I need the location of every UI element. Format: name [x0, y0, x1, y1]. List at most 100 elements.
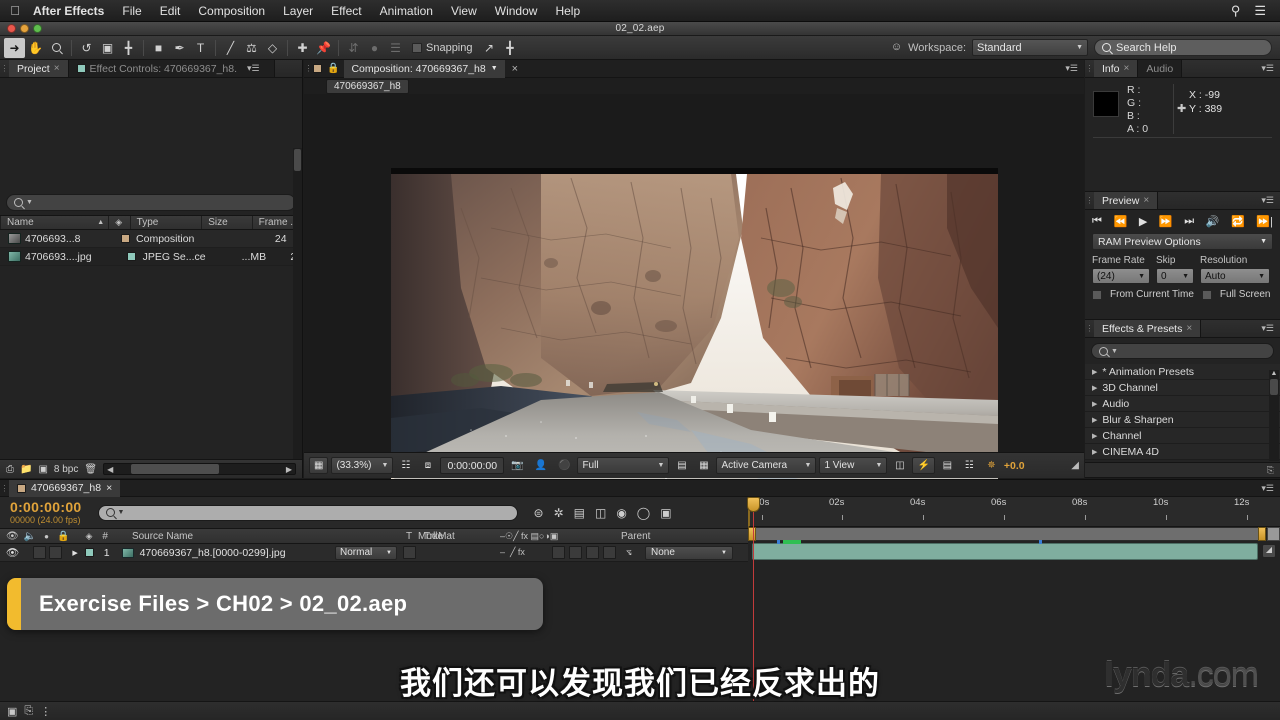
live-update-icon[interactable]: ⊜: [534, 506, 544, 520]
graph-editor-icon[interactable]: ◯: [637, 506, 650, 520]
pen-tool-icon[interactable]: ✒: [169, 38, 190, 58]
bit-depth-label[interactable]: 8 bpc: [54, 464, 78, 475]
comp-resize-grip-icon[interactable]: ◢: [1071, 460, 1079, 471]
column-name[interactable]: Name ▲: [0, 216, 108, 229]
full-screen-checkbox[interactable]: [1201, 289, 1212, 300]
effects-category-audio[interactable]: ▶ Audio: [1085, 396, 1280, 412]
lock-toggle-icon[interactable]: 🔒: [49, 531, 69, 542]
project-row-swatch[interactable]: [121, 252, 143, 261]
video-toggle-icon[interactable]: 👁: [0, 531, 19, 542]
menu-file[interactable]: File: [113, 0, 150, 22]
puppet-pin-tool-icon[interactable]: 📌: [313, 38, 334, 58]
composition-viewport[interactable]: [304, 94, 1084, 506]
frame-rate-select[interactable]: (24) ▼: [1092, 268, 1150, 284]
spotlight-search-icon[interactable]: ⚲: [1231, 3, 1241, 19]
tab-info[interactable]: Info ×: [1094, 60, 1139, 77]
region-of-interest-icon[interactable]: ⧈: [418, 457, 437, 474]
selection-tool-icon[interactable]: ➜: [4, 37, 25, 58]
close-icon[interactable]: ×: [505, 63, 525, 75]
project-row-footage[interactable]: 4706693....jpg JPEG Se...ce ...MB 24: [0, 248, 302, 266]
brainstorm-icon[interactable]: ▣: [660, 506, 671, 520]
next-frame-icon[interactable]: ⏩: [1159, 215, 1173, 228]
column-size[interactable]: Size: [201, 216, 251, 229]
skip-select[interactable]: 0 ▼: [1156, 268, 1194, 284]
timeline-search-input[interactable]: ▼: [97, 504, 518, 521]
previous-frame-icon[interactable]: ⏪: [1114, 215, 1128, 228]
scrollbar-thumb[interactable]: [131, 464, 220, 474]
effects-category-animation-presets[interactable]: ▶ * Animation Presets: [1085, 364, 1280, 380]
apple-logo-icon[interactable]: : [6, 4, 24, 17]
chevron-down-icon[interactable]: ▼: [491, 65, 498, 72]
layer-switch-box-1[interactable]: [552, 546, 565, 559]
panel-menu-icon[interactable]: ▾☰: [1255, 192, 1280, 209]
table-row[interactable]: 👁 ▶ 1 470669367_h8.[0000-0299].jpg Norma…: [0, 544, 748, 562]
chevron-right-icon[interactable]: ▶: [1092, 384, 1097, 392]
layer-trkmat-box[interactable]: [403, 546, 416, 559]
work-area-start-handle[interactable]: [748, 527, 756, 541]
effects-category-blur-sharpen[interactable]: ▶ Blur & Sharpen: [1085, 412, 1280, 428]
column-label-swatch[interactable]: ◈: [108, 216, 129, 229]
ram-preview-icon[interactable]: ⏩|: [1256, 215, 1273, 228]
search-help-input[interactable]: Search Help: [1094, 39, 1272, 56]
scroll-left-icon[interactable]: ◀: [104, 465, 113, 474]
scroll-up-icon[interactable]: ▲: [1269, 370, 1279, 377]
stretch-handle-icon[interactable]: ⋮: [40, 705, 51, 718]
panel-menu-icon[interactable]: ▾☰: [241, 63, 266, 74]
menu-animation[interactable]: Animation: [371, 0, 442, 22]
new-folder-icon[interactable]: ⎘: [1261, 463, 1280, 478]
loop-icon[interactable]: 🔁: [1231, 215, 1245, 228]
new-comp-icon[interactable]: ⎙: [6, 464, 14, 475]
notification-list-icon[interactable]: ☰: [1254, 3, 1266, 19]
brush-tool-icon[interactable]: ╱: [220, 38, 241, 58]
panel-menu-icon[interactable]: ▾☰: [1059, 63, 1084, 74]
toggle-transparency-grid-icon[interactable]: ▦: [309, 457, 329, 474]
zoom-tool-icon[interactable]: [46, 38, 67, 58]
work-area-end-handle[interactable]: [1258, 527, 1266, 541]
menu-composition[interactable]: Composition: [189, 0, 274, 22]
camera-view-select[interactable]: Active Camera ▼: [716, 457, 817, 474]
panel-menu-icon[interactable]: ▾☰: [1255, 60, 1280, 77]
frame-blending-icon[interactable]: ◫: [595, 506, 606, 520]
current-time-display[interactable]: 0:00:00:00: [440, 457, 505, 474]
panel-grip-icon[interactable]: ⋮: [0, 484, 9, 493]
effects-category-channel[interactable]: ▶ Channel: [1085, 428, 1280, 444]
view-layout-select[interactable]: 1 View ▼: [819, 457, 888, 474]
workspace-select[interactable]: Standard ▼: [972, 39, 1088, 56]
project-row-swatch[interactable]: [115, 234, 136, 243]
first-frame-icon[interactable]: ⏮: [1092, 215, 1102, 228]
camera-tool-icon[interactable]: ▣: [97, 38, 118, 58]
chevron-right-icon[interactable]: ▶: [1092, 448, 1097, 456]
menu-edit[interactable]: Edit: [151, 0, 190, 22]
panel-grip-icon[interactable]: ⋮: [0, 60, 9, 77]
snapshot-camera-icon[interactable]: 📷: [507, 457, 527, 474]
chevron-right-icon[interactable]: ▶: [1092, 432, 1097, 440]
preview-resolution-select[interactable]: Auto ▼: [1200, 268, 1270, 284]
show-snapshot-icon[interactable]: 👤: [531, 457, 551, 474]
snapping-toggle[interactable]: Snapping: [406, 42, 479, 54]
audio-icon[interactable]: 🔊: [1206, 215, 1220, 228]
clone-stamp-tool-icon[interactable]: ⚖: [241, 38, 262, 58]
comp-render-queue-icon[interactable]: ⎘: [24, 705, 33, 718]
column-type[interactable]: Type: [129, 216, 202, 229]
panel-grip-icon[interactable]: ⋮: [1085, 320, 1094, 337]
interpret-footage-icon[interactable]: ▣: [38, 464, 47, 475]
layer-switch-icons[interactable]: – ╱ fx: [500, 547, 525, 558]
scrollbar-thumb[interactable]: [1270, 379, 1278, 395]
layer-switch-box-2[interactable]: [569, 546, 582, 559]
layer-label-swatch[interactable]: [84, 548, 94, 557]
menu-after-effects[interactable]: After Effects: [24, 0, 113, 22]
layer-video-toggle-icon[interactable]: 👁: [0, 546, 19, 559]
hand-tool-icon[interactable]: ✋: [25, 38, 46, 58]
transparency-grid-icon[interactable]: ▦: [694, 457, 713, 474]
channel-rgb-icon[interactable]: ⚫: [554, 457, 574, 474]
resolution-select[interactable]: Full ▼: [577, 457, 670, 474]
new-folder-icon[interactable]: 📁: [20, 464, 32, 475]
chevron-right-icon[interactable]: ▶: [1092, 368, 1097, 376]
tab-preview[interactable]: Preview ×: [1094, 192, 1159, 209]
pan-behind-tool-icon[interactable]: ╋: [118, 38, 139, 58]
comp-marker-handle[interactable]: [1267, 527, 1280, 541]
snapping-checkbox[interactable]: [412, 42, 422, 53]
work-area-bar[interactable]: [748, 527, 1266, 541]
scroll-right-icon[interactable]: ▶: [286, 465, 295, 474]
label-tag-icon[interactable]: ◈: [69, 531, 92, 542]
